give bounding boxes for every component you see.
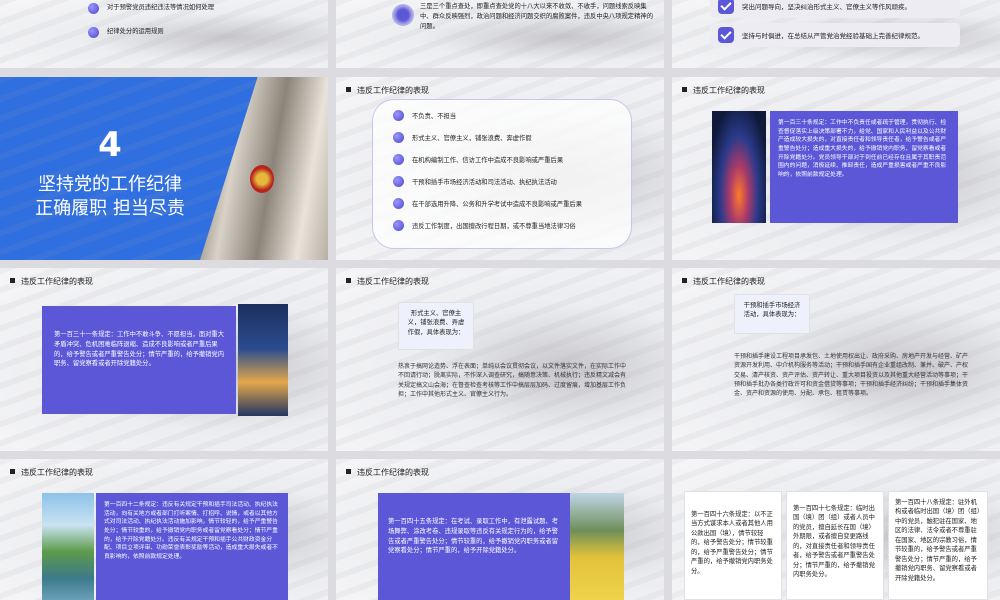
list-item: 违反工作制度，出国擅改行程日期，或不尊重当地法律习俗 — [393, 214, 631, 236]
slide-title: 违反工作纪律的表现 — [346, 276, 429, 287]
square-icon — [10, 469, 15, 474]
slide-thumbnail[interactable]: 违反工作纪律的表现 第一百三十一条规定：工作中不敢斗争、不愿担当，面对重大矛盾冲… — [0, 268, 328, 451]
bullet-icon — [393, 197, 404, 209]
slide-thumbnail[interactable]: 违反工作纪律的表现 第一百三十条规定：工作中不负责任或者疏于管理，贯彻执行、检查… — [672, 77, 1000, 260]
slide-thumbnail[interactable]: 违反工作纪律的表现 第一百四十五条规定：在考试、录取工作中，有泄露试题、考场舞弊… — [336, 459, 664, 600]
river-park-image — [42, 493, 94, 600]
slide-thumbnail[interactable]: 违反工作纪律的表现 形式主义、官僚主义，铺张浪费、弄虚作假，具体表现为： 热衷于… — [336, 268, 664, 451]
bullet-icon — [393, 109, 404, 121]
section-title: 坚持党的工作纪律 — [38, 174, 182, 195]
body-text: 三是三个重点查处，即重点查处党的十八大以来不收敛、不收手，问题线索反映集中、群众… — [420, 3, 653, 31]
slide-title: 违反工作纪律的表现 — [682, 276, 765, 287]
rule-text-box: 第一百三十条规定：工作中不负责任或者疏于管理，贯彻执行、检查督促落实上级决策部署… — [770, 111, 958, 223]
rule-text-column: 第一百四十六条规定：以不正当方式谋求本人或者其他人用公款出国（境），情节较轻的，… — [684, 491, 782, 600]
slide-thumbnail-grid: 对于预警党员违纪违法等情况如何处理 纪律处分的运用规则 三是三个重点查处，即重点… — [0, 0, 1000, 600]
bullet-icon — [88, 26, 99, 38]
slide-thumbnail[interactable]: 违反工作纪律的表现 不负责、不担当 形式主义、官僚主义，铺张浪费、奔虚作假 在机… — [336, 77, 664, 260]
slide-thumbnail[interactable]: 突出问题导向，坚决纠治形式主义、官僚主义等作风顽疾。 坚持与时俱进，在总结从严管… — [672, 0, 1000, 68]
list-item: 对于预警党员违纪违法等情况如何处理 — [88, 0, 318, 20]
callout-box: 干预和插手市场经济活动，具体表现为： — [734, 294, 810, 334]
square-icon — [346, 278, 351, 283]
rule-text-box: 第一百四十五条规定：在考试、录取工作中，有泄露试题、考场舞弊、涂改考卷、违规录取… — [378, 493, 570, 600]
list-item: 纪律处分的运用规则 — [88, 20, 318, 44]
list-item: 形式主义、官僚主义，铺张浪费、奔虚作假 — [393, 126, 631, 148]
slide-thumbnail-section[interactable]: 4 坚持党的工作纪律 正确履职 担当尽责 — [0, 77, 328, 260]
city-night-image — [238, 304, 288, 416]
rule-text-column: 第一百四十八条规定：驻外机构或者临时出国（境）团（组）中的党员，触犯驻在国家、地… — [888, 491, 988, 600]
slide-title: 违反工作纪律的表现 — [346, 467, 429, 478]
square-icon — [682, 87, 687, 92]
square-icon — [682, 278, 687, 283]
square-icon — [346, 87, 351, 92]
bullet-icon — [88, 2, 99, 14]
body-text: 干预和插手建设工程项目承发包、土地使用权出让、政府采购、房地产开发与经营、矿产资… — [734, 353, 969, 398]
slide-title: 违反工作纪律的表现 — [10, 467, 93, 478]
slide-thumbnail[interactable]: 违反工作纪律的表现 第一百四十二条规定：违反有关规定干预和插手司法活动、执纪执法… — [0, 459, 328, 600]
list-item: 在机构编制工作、信访工作中造成不良影响或严重后果 — [393, 148, 631, 170]
slide-thumbnail[interactable]: 第一百四十六条规定：以不正当方式谋求本人或者其他人用公款出国（境），情节较轻的，… — [672, 459, 1000, 600]
slide-thumbnail[interactable]: 三是三个重点查处，即重点查处党的十八大以来不收敛、不收手，问题线索反映集中、群众… — [336, 0, 664, 68]
stadium-night-image — [712, 111, 766, 223]
slide-title: 违反工作纪律的表现 — [346, 85, 429, 96]
bullet-icon — [393, 219, 404, 231]
bullet-icon — [393, 131, 404, 143]
check-icon — [718, 0, 734, 14]
section-subtitle: 正确履职 担当尽责 — [35, 198, 185, 219]
callout-box: 形式主义、官僚主义，铺张浪费、弄虚作假，具体表现为： — [398, 302, 474, 350]
bullet-icon — [393, 175, 404, 187]
list-item: 不负责、不担当 — [393, 104, 631, 126]
list-item: 突出问题导向，坚决纠治形式主义、官僚主义等作风顽疾。 — [710, 0, 960, 18]
check-icon — [718, 27, 734, 43]
slide-title: 违反工作纪律的表现 — [682, 85, 765, 96]
slide-thumbnail[interactable]: 违反工作纪律的表现 干预和插手市场经济活动，具体表现为： 干预和插手建设工程项目… — [672, 268, 1000, 451]
bullet-list: 不负责、不担当 形式主义、官僚主义，铺张浪费、奔虚作假 在机构编制工作、信访工作… — [372, 99, 632, 249]
slide-thumbnail[interactable]: 对于预警党员违纪违法等情况如何处理 纪律处分的运用规则 — [0, 0, 328, 68]
square-icon — [346, 469, 351, 474]
flower-field-image — [570, 493, 624, 600]
emblem-icon — [250, 165, 274, 193]
bullet-icon — [393, 153, 404, 165]
body-text: 热衷于搞网论造势、浮在表面；单纯以会议贯彻会议，以文件落实文件，在实际工作中不回… — [398, 363, 627, 398]
list-item: 干预和插手市场经济活动和司法活动、执纪执法活动 — [393, 170, 631, 192]
rule-text-column: 第一百四十七条规定：临时出国（境）团（组）或者人员中的党员，擅自延长在国（境）外… — [786, 491, 884, 600]
emblem-icon — [392, 4, 414, 26]
rule-text-box: 第一百四十二条规定：违反有关规定干预和插手司法活动、执纪执法活动，向有关地方或者… — [96, 493, 288, 600]
square-icon — [10, 278, 15, 283]
rule-text-box: 第一百三十一条规定：工作中不敢斗争、不愿担当，面对重大矛盾冲突、危机困难临阵退缩… — [42, 306, 236, 414]
list-item: 坚持与时俱进，在总结从严管党治党经验基础上完善纪律规范。 — [710, 23, 960, 47]
section-number: 4 — [98, 125, 122, 165]
list-item: 在干部选用升降、公务和升学考试中造成不良影响或严重后果 — [393, 192, 631, 214]
slide-title: 违反工作纪律的表现 — [10, 276, 93, 287]
